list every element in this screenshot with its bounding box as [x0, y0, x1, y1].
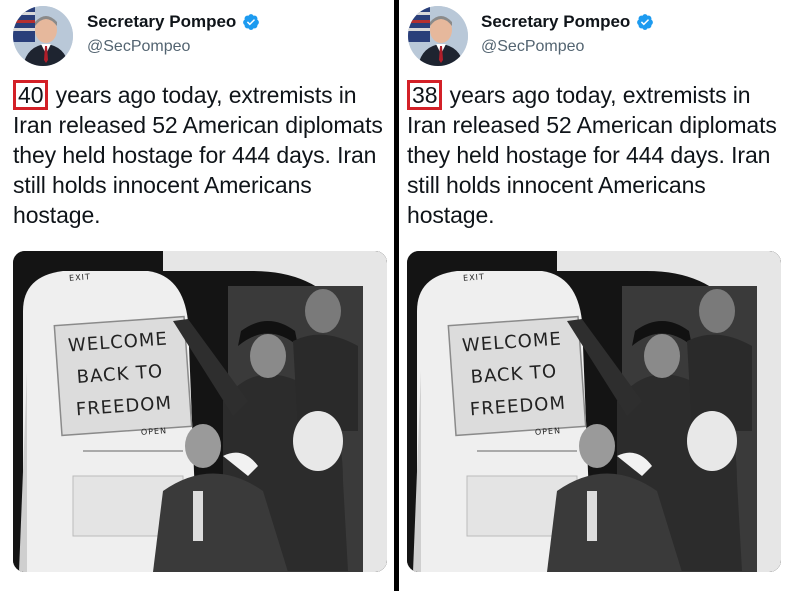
display-name[interactable]: Secretary Pompeo: [87, 12, 236, 32]
handle[interactable]: @SecPompeo: [481, 38, 584, 56]
verified-badge-icon: [636, 13, 654, 31]
tweet-text: 40 years ago today, extremists in Iran r…: [13, 80, 389, 230]
tweet-card-left[interactable]: Secretary Pompeo @SecPompeo 40 years ago…: [0, 0, 394, 591]
tweet-text-body: years ago today, extremists in Iran rele…: [407, 82, 777, 228]
avatar-image: [408, 6, 468, 66]
years-number-highlight: 40: [13, 80, 49, 110]
tweet-photo[interactable]: WELCOME BACK TO FREEDOM EXIT OPEN: [13, 251, 387, 572]
tweet-card-right[interactable]: Secretary Pompeo @SecPompeo 38 years ago…: [399, 0, 791, 591]
tweet-photo[interactable]: WELCOME BACK TO FREEDOM EXIT OPEN: [407, 251, 781, 572]
name-row: Secretary Pompeo: [481, 12, 654, 32]
tweet-text: 38 years ago today, extremists in Iran r…: [407, 80, 783, 230]
handle[interactable]: @SecPompeo: [87, 38, 190, 56]
avatar[interactable]: [408, 6, 468, 66]
years-number-highlight: 38: [407, 80, 443, 110]
display-name[interactable]: Secretary Pompeo: [481, 12, 630, 32]
tweet-text-body: years ago today, extremists in Iran rele…: [13, 82, 383, 228]
avatar-image: [13, 6, 73, 66]
name-row: Secretary Pompeo: [87, 12, 260, 32]
verified-badge-icon: [242, 13, 260, 31]
avatar[interactable]: [13, 6, 73, 66]
